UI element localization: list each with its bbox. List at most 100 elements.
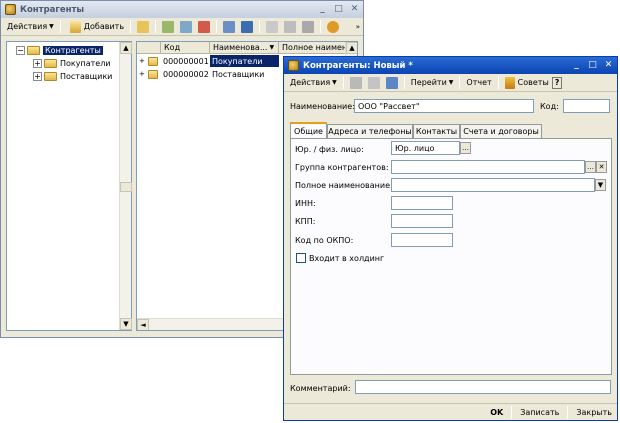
add-icon xyxy=(69,20,81,33)
kpp-label: КПП: xyxy=(295,217,316,226)
form-toolbar: Действия ▼ Перейти ▼ Отчет Советы ? xyxy=(284,74,617,92)
okpo-label: Код по ОКПО: xyxy=(295,236,354,245)
tree-node-buyers[interactable]: + Покупатели xyxy=(33,58,111,69)
select-button[interactable]: … xyxy=(585,161,596,173)
filter-off-icon[interactable] xyxy=(284,20,297,33)
kpp-field[interactable] xyxy=(391,214,453,228)
grid-header-code[interactable]: Код xyxy=(161,42,210,54)
cell-name: Поставщики xyxy=(212,69,265,79)
form-window: Контрагенты: Новый * _ □ ✕ Действия ▼ Пер… xyxy=(283,56,618,421)
save-icon[interactable] xyxy=(349,76,362,89)
minimize-icon[interactable]: _ xyxy=(317,3,328,15)
actions-menu[interactable]: Действия ▼ xyxy=(287,75,340,91)
scroll-up-icon[interactable]: ▲ xyxy=(120,42,132,54)
tab-contacts[interactable]: Контакты xyxy=(413,124,460,138)
legal-type-label: Юр. / физ. лицо: xyxy=(295,145,364,154)
tree-node-suppliers[interactable]: + Поставщики xyxy=(33,71,112,82)
legal-type-field[interactable]: Юр. лицо xyxy=(391,141,460,155)
maximize-icon[interactable]: □ xyxy=(333,3,344,15)
maximize-icon[interactable]: □ xyxy=(587,59,598,71)
tips-icon xyxy=(504,76,515,89)
report-button[interactable]: Отчет xyxy=(463,75,494,91)
help-button[interactable]: ? xyxy=(551,76,563,89)
tree-node-label: Контрагенты xyxy=(43,46,103,55)
tree-node-root[interactable]: − Контрагенты xyxy=(16,45,103,56)
list-window-title: Контрагенты xyxy=(20,4,85,15)
expand-icon[interactable]: + xyxy=(33,59,42,68)
reread-icon[interactable] xyxy=(367,76,380,89)
tree-scrollbar[interactable]: ▲ ▼ xyxy=(119,42,132,330)
inn-field[interactable] xyxy=(391,196,453,210)
tab-general[interactable]: Общие xyxy=(290,122,327,138)
add-button[interactable]: Добавить xyxy=(64,19,127,35)
cell-code: 000000001 xyxy=(163,56,209,66)
expand-icon[interactable]: + xyxy=(33,72,42,81)
copy-icon[interactable] xyxy=(162,20,175,33)
goto-menu[interactable]: Перейти ▼ xyxy=(408,75,457,91)
group-label: Группа контрагентов: xyxy=(295,163,389,172)
select-button[interactable]: … xyxy=(460,142,471,154)
scroll-up-icon[interactable]: ▲ xyxy=(346,42,357,54)
add-group-icon[interactable] xyxy=(137,20,150,33)
tab-accounts[interactable]: Счета и договоры xyxy=(460,124,542,138)
name-field[interactable]: ООО "Рассвет" xyxy=(354,99,534,113)
ok-button[interactable]: OK xyxy=(485,408,508,417)
close-icon[interactable]: ✕ xyxy=(603,59,614,71)
folder-icon xyxy=(27,46,40,55)
grid-header-name[interactable]: Наименова... ▼ xyxy=(210,42,279,54)
tree-node-label: Покупатели xyxy=(60,59,111,68)
group-tree: − Контрагенты + Покупатели + Поставщики … xyxy=(6,41,132,331)
up-level-icon[interactable] xyxy=(241,20,254,33)
folder-icon xyxy=(147,56,158,66)
close-icon[interactable]: ✕ xyxy=(349,3,360,15)
delete-icon[interactable] xyxy=(198,20,211,33)
edit-icon[interactable] xyxy=(180,20,193,33)
dropdown-icon[interactable]: ▼ xyxy=(595,179,606,191)
grid-header-icon-col xyxy=(137,42,161,54)
save-button[interactable]: Записать xyxy=(515,408,564,417)
cell-code: 000000002 xyxy=(163,69,209,79)
refresh-icon[interactable] xyxy=(327,20,340,33)
fullname-label: Полное наименование: xyxy=(295,181,393,190)
clear-icon[interactable]: ✕ xyxy=(596,161,607,173)
cell-name: Покупатели xyxy=(210,55,279,67)
copy-icon[interactable] xyxy=(385,76,398,89)
inn-label: ИНН: xyxy=(295,199,316,208)
folder-icon xyxy=(147,69,158,79)
code-field[interactable] xyxy=(563,99,610,113)
sort-icon[interactable] xyxy=(302,20,315,33)
actions-menu[interactable]: Действия ▼ xyxy=(4,19,57,35)
close-button[interactable]: Закрыть xyxy=(571,408,617,417)
name-label: Наименование: xyxy=(290,102,355,111)
comment-field[interactable] xyxy=(355,380,611,394)
hierarchy-icon[interactable] xyxy=(223,20,236,33)
holding-checkbox[interactable] xyxy=(296,253,306,263)
tab-addresses[interactable]: Адреса и телефоны xyxy=(327,124,413,138)
form-buttons: OK Записать Закрыть xyxy=(284,403,617,420)
scroll-down-icon[interactable]: ▼ xyxy=(120,318,132,330)
collapse-icon[interactable]: − xyxy=(16,46,25,55)
okpo-field[interactable] xyxy=(391,233,453,247)
fullname-field[interactable] xyxy=(391,178,595,192)
list-toolbar: Действия ▼ Добавить » xyxy=(1,18,363,36)
scroll-left-icon[interactable]: ◄ xyxy=(137,319,149,330)
list-window-titlebar[interactable]: Контрагенты _ □ ✕ xyxy=(1,1,363,18)
holding-label: Входит в холдинг xyxy=(309,254,385,263)
app-icon xyxy=(288,60,299,71)
folder-icon xyxy=(44,59,57,68)
filter-icon[interactable] xyxy=(266,20,279,33)
row-icon: + xyxy=(137,55,161,67)
code-label: Код: xyxy=(540,102,559,111)
form-window-titlebar[interactable]: Контрагенты: Новый * _ □ ✕ xyxy=(284,57,617,74)
minimize-icon[interactable]: _ xyxy=(571,59,582,71)
scroll-thumb[interactable] xyxy=(120,182,132,192)
comment-label: Комментарий: xyxy=(290,384,351,393)
folder-icon xyxy=(44,72,57,81)
tips-button[interactable]: Советы xyxy=(502,75,552,91)
toolbar-more-icon[interactable]: » xyxy=(353,19,363,35)
row-icon: + xyxy=(137,68,161,80)
tree-node-label: Поставщики xyxy=(60,72,113,81)
form-window-title: Контрагенты: Новый * xyxy=(303,60,413,71)
group-field[interactable] xyxy=(391,160,585,174)
app-icon xyxy=(5,4,16,15)
